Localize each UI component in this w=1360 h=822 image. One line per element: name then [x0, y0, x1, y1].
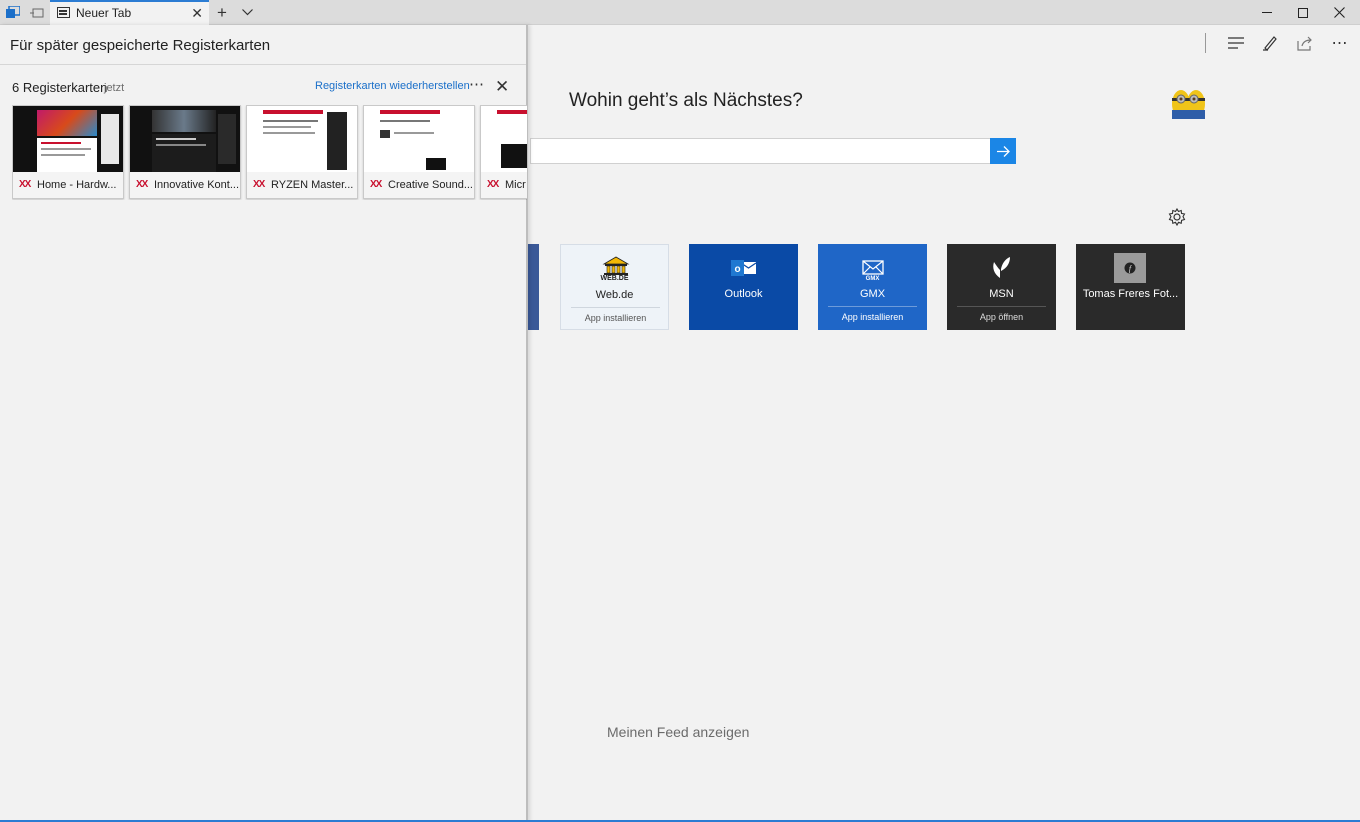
search-input[interactable]	[530, 138, 990, 164]
tab-title: Neuer Tab	[76, 6, 132, 20]
tabs-aside-icon[interactable]	[4, 4, 22, 21]
thumbnail-footer: XX Home - Hardw...	[13, 172, 123, 198]
customize-gear-icon[interactable]	[1167, 207, 1187, 227]
close-tab-icon[interactable]: ✕	[191, 5, 203, 22]
tile-open-app-label[interactable]: App öffnen	[957, 306, 1046, 322]
thumbnail-footer: XX Innovative Kont...	[130, 172, 240, 198]
group-close-icon[interactable]: ✕	[495, 77, 509, 97]
tile-install-label[interactable]: App installieren	[828, 306, 917, 322]
thumbnail-footer: XX Micr	[481, 172, 527, 198]
thumbnail-preview	[364, 106, 474, 172]
search-go-button[interactable]	[990, 138, 1016, 164]
thumbnail-footer: XX Creative Sound...	[364, 172, 474, 198]
hub-icon[interactable]	[1225, 33, 1247, 53]
saved-tab-thumbnail[interactable]: XX Creative Sound...	[363, 105, 475, 199]
title-bar: Neuer Tab ✕ +	[0, 0, 1360, 25]
top-site-tile-gmx[interactable]: GMX GMX App installieren	[818, 244, 927, 330]
tile-name: Web.de	[595, 289, 634, 301]
saved-tab-label: Innovative Kont...	[154, 179, 239, 191]
close-window-button[interactable]	[1321, 0, 1357, 25]
top-site-tile-tomas-freres[interactable]: f Tomas Freres Fot...	[1076, 244, 1185, 330]
saved-tab-label: Creative Sound...	[388, 179, 473, 191]
saved-tab-label: RYZEN Master...	[271, 179, 354, 191]
profile-avatar[interactable]	[1169, 84, 1207, 120]
new-tab-page-icon	[57, 7, 70, 18]
pcgh-favicon-icon: XX	[19, 179, 31, 190]
thumbnail-preview	[13, 106, 123, 172]
panel-title: Für später gespeicherte Registerkarten	[10, 37, 271, 54]
top-site-tile-webde[interactable]: WEB.DE Web.de App installieren	[560, 244, 669, 330]
chevron-down-icon[interactable]	[238, 4, 256, 21]
thumbnail-preview	[130, 106, 240, 172]
top-site-tile-msn[interactable]: MSN App öffnen	[947, 244, 1056, 330]
group-more-icon[interactable]: ⋯	[469, 75, 485, 93]
tab-group-count: 6 Registerkarten	[12, 80, 108, 95]
web-note-pen-icon[interactable]	[1259, 33, 1281, 53]
tab-group-time: jetzt	[104, 82, 125, 94]
saved-tab-thumbnail[interactable]: XX RYZEN Master...	[246, 105, 358, 199]
maximize-button[interactable]	[1285, 0, 1321, 25]
tab-new-tab[interactable]: Neuer Tab ✕	[50, 0, 209, 25]
saved-tab-thumbnail[interactable]: XX Micr	[480, 105, 527, 199]
panel-divider	[0, 64, 526, 65]
webde-logo-text: WEB.DE	[600, 275, 629, 282]
saved-tab-thumbnail[interactable]: XX Home - Hardw...	[12, 105, 124, 199]
gmx-logo-text: GMX	[865, 276, 880, 282]
top-site-tile-outlook[interactable]: o Outlook	[689, 244, 798, 330]
minimize-button[interactable]	[1249, 0, 1285, 25]
thumbnail-preview	[481, 106, 527, 172]
pcgh-favicon-icon: XX	[136, 179, 148, 190]
more-options-icon[interactable]: ⋯	[1329, 33, 1351, 53]
page-heading: Wohin geht’s als Nächstes?	[569, 90, 803, 111]
msn-butterfly-icon	[990, 256, 1012, 280]
thumbnail-footer: XX RYZEN Master...	[247, 172, 357, 198]
saved-tab-thumbnail[interactable]: XX Innovative Kont...	[129, 105, 241, 199]
pcgh-favicon-icon: XX	[370, 179, 382, 190]
site-favicon-icon: f	[1114, 253, 1146, 283]
tile-name: Tomas Freres Fot...	[1082, 288, 1179, 300]
tile-name: MSN	[989, 288, 1014, 300]
tab-previews-icon[interactable]	[28, 4, 46, 21]
saved-tab-label: Home - Hardw...	[37, 179, 117, 191]
svg-text:o: o	[734, 264, 740, 275]
pcgh-favicon-icon: XX	[487, 179, 499, 190]
tile-name: GMX	[859, 288, 886, 300]
new-tab-plus-icon[interactable]: +	[213, 3, 231, 22]
show-feed-link[interactable]: Meinen Feed anzeigen	[607, 724, 749, 740]
tile-install-label[interactable]: App installieren	[571, 307, 660, 323]
tabs-aside-panel: Für später gespeicherte Registerkarten 6…	[0, 25, 528, 822]
share-icon[interactable]	[1294, 33, 1316, 53]
arrow-right-icon	[996, 145, 1010, 157]
tile-name: Outlook	[724, 288, 763, 300]
outlook-logo-icon: o	[731, 258, 757, 278]
tab-thumbnails: XX Home - Hardw... XX Innovative Kont...	[12, 105, 527, 200]
thumbnail-preview	[247, 106, 357, 172]
toolbar-divider	[1205, 33, 1206, 53]
pcgh-favicon-icon: XX	[253, 179, 265, 190]
restore-tabs-link[interactable]: Registerkarten wiederherstellen	[315, 80, 470, 92]
saved-tab-label: Micr	[505, 179, 526, 191]
